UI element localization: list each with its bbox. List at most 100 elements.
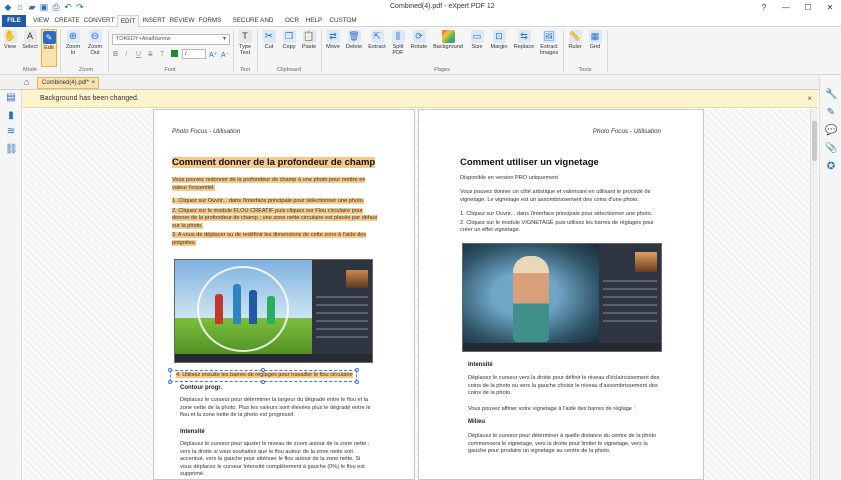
grid-button[interactable]: ▦ Grid <box>586 29 604 67</box>
section-heading: Comment donner de la profondeur de champ <box>172 157 376 168</box>
left-sidebar: ▤ ▮ ≋ ⛓ <box>0 90 22 480</box>
split-pdf-button[interactable]: ⫼ Split PDF <box>389 29 407 67</box>
print-icon[interactable]: ⎙ <box>51 2 61 12</box>
step-list: 1. Cliquez sur Ouvrir... dans l'interfac… <box>460 211 665 235</box>
font-grow-icon[interactable]: A⁺ <box>209 51 217 59</box>
font-shrink-icon[interactable]: A⁻ <box>221 51 229 59</box>
ribbon-separator <box>321 30 322 72</box>
redo-icon[interactable]: ↷ <box>75 2 85 12</box>
close-tab-icon[interactable]: × <box>91 78 95 88</box>
rotate-page-button[interactable]: ⟳ Rotate <box>409 29 429 67</box>
undo-icon[interactable]: ↶ <box>63 2 73 12</box>
help-icon[interactable]: ? <box>753 0 775 15</box>
resize-handle[interactable] <box>168 368 172 372</box>
document-tab-bar: ⌂ Combined(4).pdf* × <box>0 75 841 90</box>
menu-secure-and-sign[interactable]: SECURE AND SIGN <box>226 15 280 36</box>
zoom-in-button[interactable]: ⊕ Zoom In <box>63 29 83 67</box>
scissors-icon: ✂ <box>262 30 276 43</box>
move-page-button[interactable]: ⇄ Move <box>324 29 342 67</box>
italic-icon[interactable]: I <box>125 51 127 58</box>
font-size-input[interactable]: / <box>182 49 206 59</box>
home-icon[interactable]: ⌂ <box>24 77 29 87</box>
cut-button[interactable]: ✂ Cut <box>260 29 278 67</box>
scrollbar-thumb[interactable] <box>812 121 817 161</box>
ruler-icon: 📏 <box>568 30 582 43</box>
edit-text-icon[interactable]: ✎ <box>825 107 837 119</box>
underline-icon[interactable]: U <box>136 51 141 58</box>
maximize-button[interactable]: ☐ <box>797 0 819 15</box>
copy-button[interactable]: ❐ Copy <box>280 29 298 67</box>
comments-icon[interactable]: 💬 <box>825 125 837 137</box>
pdf-page-left[interactable]: Photo Focus - Utilisation Comment donner… <box>153 109 415 480</box>
ribbon-separator <box>108 30 109 72</box>
menu-custom[interactable]: CUSTOM <box>328 15 358 27</box>
margin-button[interactable]: ⊡ Margin <box>489 29 509 67</box>
menu-help[interactable]: HELP <box>304 15 324 27</box>
replace-page-button[interactable]: ⇆ Replace <box>512 29 536 67</box>
resize-handle[interactable] <box>355 380 359 384</box>
view-button[interactable]: ✋ View <box>2 29 18 67</box>
menu-forms[interactable]: FORMS <box>197 15 223 27</box>
paperclip-icon[interactable]: 📎 <box>825 143 837 155</box>
trash-icon: 🗑 <box>347 30 361 43</box>
menu-ocr[interactable]: OCR <box>283 15 301 27</box>
strikethrough-icon[interactable]: S <box>148 51 153 58</box>
menu-view[interactable]: VIEW <box>30 15 52 27</box>
intro-paragraph: Vous pouvez donner un côté artistique et… <box>460 189 651 203</box>
notification-text: Background has been changed. <box>40 95 139 102</box>
menu-file[interactable]: FILE <box>2 15 26 27</box>
open-folder-icon[interactable]: ▰ <box>27 2 37 12</box>
pdf-page-right[interactable]: Photo Focus - Utilisation Comment utilis… <box>418 109 704 480</box>
attachments-link-icon[interactable]: ⛓ <box>5 144 18 156</box>
list-item: 1. Cliquez sur Ouvrir... dans l'interfac… <box>172 198 365 204</box>
replace-icon: ⇆ <box>517 30 531 43</box>
title-bar: ◆ ⌂ ▰ ▣ ⎙ ↶ ↷ Combined(4).pdf - eXpert P… <box>0 0 841 15</box>
save-icon[interactable]: ▣ <box>39 2 49 12</box>
edit-button[interactable]: ✎ Edit <box>41 29 57 67</box>
text-color-icon[interactable]: T <box>160 51 164 58</box>
delete-page-button[interactable]: 🗑 Delete <box>344 29 364 67</box>
menu-review[interactable]: REVIEW <box>168 15 196 27</box>
home-icon[interactable]: ⌂ <box>15 2 25 12</box>
selected-text-box[interactable]: 4. Utilisez ensuite les barres de réglag… <box>168 368 359 384</box>
background-button[interactable]: Background <box>431 29 465 67</box>
thumbnails-icon[interactable]: ▤ <box>5 92 17 104</box>
split-icon: ⫼ <box>391 30 405 43</box>
type-text-button[interactable]: T Type Text <box>236 29 254 67</box>
list-item: 2. Cliquez sur le module VIGNETAGE puis … <box>460 219 654 234</box>
font-family-select[interactable]: TOKEDY+ArialNarrow ▼ <box>112 34 230 45</box>
vertical-scrollbar[interactable] <box>810 109 818 480</box>
page-size-button[interactable]: ▭ Size <box>467 29 487 67</box>
bold-icon[interactable]: B <box>113 51 118 58</box>
paste-button[interactable]: 📋 Paste <box>300 29 318 67</box>
list-item: 1. Cliquez sur Ouvrir... dans l'interfac… <box>460 211 653 217</box>
ruler-button[interactable]: 📏 Ruler <box>566 29 584 67</box>
zoom-out-button[interactable]: ⊖ Zoom Out <box>85 29 105 67</box>
resize-handle[interactable] <box>261 368 265 372</box>
menu-insert[interactable]: INSERT <box>141 15 167 27</box>
menu-convert[interactable]: CONVERT <box>83 15 115 27</box>
menu-create[interactable]: CREATE <box>54 15 80 27</box>
select-text-icon: A <box>23 30 37 43</box>
resize-handle[interactable] <box>261 380 265 384</box>
certificate-icon[interactable]: ✪ <box>825 161 837 173</box>
document-tab[interactable]: Combined(4).pdf* × <box>37 77 99 89</box>
notification-bar: Background has been changed. × <box>22 90 818 108</box>
extract-images-button[interactable]: 🖼 Extract Images <box>538 29 560 67</box>
bookmarks-icon[interactable]: ▮ <box>5 110 17 122</box>
color-swatch-icon[interactable] <box>171 50 178 57</box>
resize-handle[interactable] <box>168 380 172 384</box>
resize-handle[interactable] <box>355 368 359 372</box>
select-button[interactable]: A Select <box>21 29 39 67</box>
group-pages-label: Pages <box>434 67 450 73</box>
window-title: Combined(4).pdf - eXpert PDF 12 <box>390 3 495 10</box>
extract-page-button[interactable]: ⇱ Extract <box>366 29 388 67</box>
page-header: Photo Focus - Utilisation <box>592 128 661 135</box>
grid-icon: ▦ <box>588 30 602 43</box>
copy-icon: ❐ <box>282 30 296 43</box>
close-button[interactable]: ✕ <box>819 0 841 15</box>
tools-wrench-icon[interactable]: 🔧 <box>825 89 837 101</box>
layers-icon[interactable]: ≋ <box>5 126 17 138</box>
close-icon[interactable]: × <box>807 94 812 103</box>
minimize-button[interactable]: — <box>775 0 797 15</box>
